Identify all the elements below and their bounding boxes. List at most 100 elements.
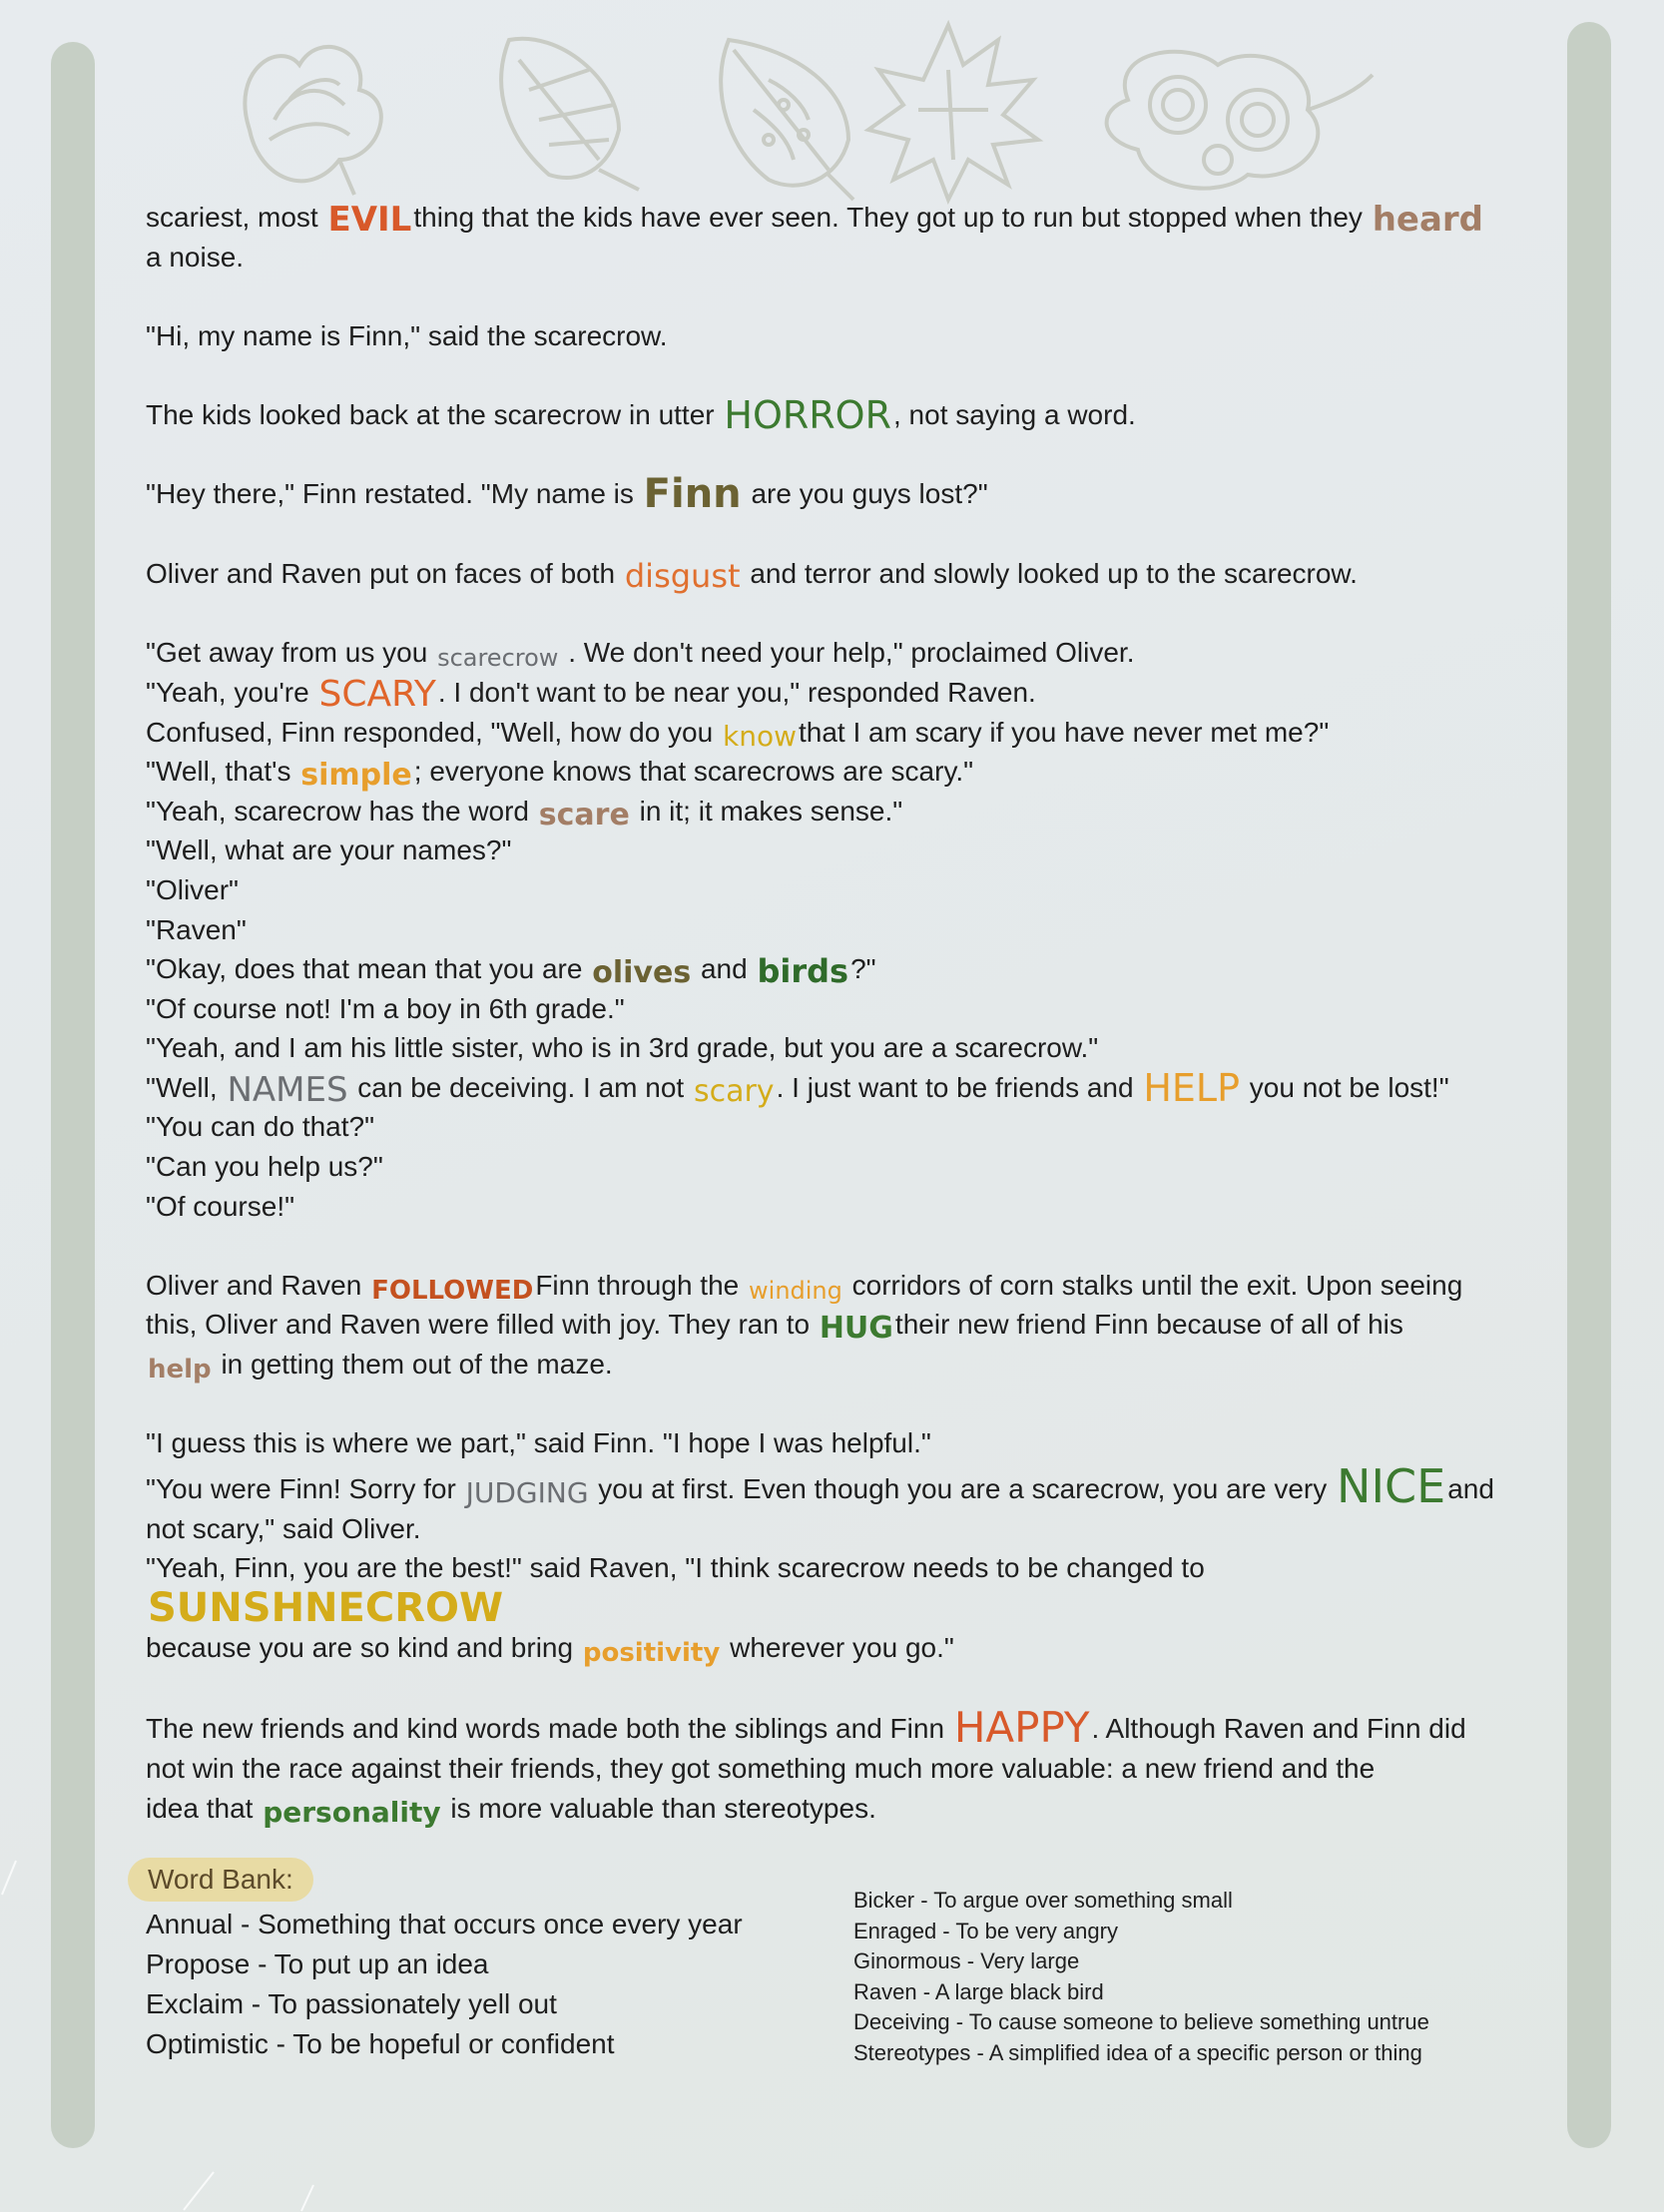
decorated-word: heard (1372, 200, 1484, 240)
decorated-word: know (722, 719, 797, 753)
decorated-word: positivity (582, 1638, 721, 1668)
story-text-segment: wherever you go." (722, 1632, 954, 1663)
story-line: The kids looked back at the scarecrow in… (146, 395, 1563, 435)
story-line: scariest, most EVILthing that the kids h… (146, 198, 1563, 238)
word-bank-left-column: Annual - Something that occurs once ever… (146, 1905, 743, 2064)
story-text-segment: "Yeah, you're (146, 676, 317, 708)
story-line: help in getting them out of the maze. (146, 1345, 1563, 1384)
story-line: a noise. (146, 238, 1563, 277)
decorated-word: disgust (624, 556, 741, 595)
word-bank-entry: Raven - A large black bird (853, 1978, 1104, 2004)
story-text-segment: . I don't want to be near you," responde… (437, 676, 1036, 708)
story-text-segment: and (693, 953, 756, 985)
story-line: "Of course!" (146, 1187, 1563, 1227)
word-bank-right-column: Bicker - To argue over something small E… (853, 1886, 1429, 2068)
decorated-word: SCARY (318, 673, 436, 715)
story-line: "Oliver" (146, 870, 1563, 910)
story-line: "Well, NAMES can be deceiving. I am not … (146, 1068, 1563, 1108)
word-bank-entry: Bicker - To argue over something small (853, 1888, 1233, 1913)
story-line: "Well, that's simple; everyone knows tha… (146, 752, 1563, 792)
story-text-segment: ?" (850, 953, 876, 985)
story-text-segment: and terror and slowly looked up to the s… (742, 557, 1358, 589)
decorated-word: FOLLOWED (371, 1275, 534, 1306)
leaf-decoration-row (243, 19, 1375, 205)
story-line: idea that personality is more valuable t… (146, 1789, 1563, 1829)
story-text-segment: "Yeah, scarecrow has the word (146, 795, 537, 827)
decorated-word: HUG (819, 1311, 893, 1347)
story-text-segment: "Get away from us you (146, 636, 436, 668)
decorated-word: HAPPY (953, 1703, 1090, 1753)
story-line: The new friends and kind words made both… (146, 1707, 1563, 1749)
story-text-segment: scariest, most (146, 202, 326, 233)
story-text-segment: "You can do that?" (146, 1111, 375, 1143)
story-line: not scary," said Oliver. (146, 1509, 1563, 1549)
story-text-segment: is more valuable than stereotypes. (442, 1792, 876, 1824)
story-text-segment: thing that the kids have ever seen. They… (413, 202, 1371, 233)
story-line: "Can you help us?" (146, 1147, 1563, 1187)
story-text: scariest, most EVILthing that the kids h… (146, 198, 1563, 1828)
story-line: "Hi, my name is Finn," said the scarecro… (146, 316, 1563, 356)
story-text-segment: idea that (146, 1792, 262, 1824)
story-line: "Okay, does that mean that you are olive… (146, 949, 1563, 989)
story-text-segment: "Well, what are your names?" (146, 834, 512, 866)
story-text-segment: this, Oliver and Raven were filled with … (146, 1309, 818, 1341)
word-bank-entry: Ginormous - Very large (853, 1948, 1080, 1973)
story-text-segment: "You were Finn! Sorry for (146, 1472, 464, 1504)
decorated-word: NAMES (227, 1069, 348, 1110)
story-text-segment: "Hey there," Finn restated. "My name is (146, 478, 642, 510)
leaf-icon (719, 37, 855, 202)
decorated-word: birds (757, 952, 849, 991)
word-bank-entry: Stereotypes - A simplified idea of a spe… (853, 2039, 1422, 2065)
story-text-segment: "Raven" (146, 913, 247, 945)
story-text-segment: "Oliver" (146, 873, 239, 905)
decorated-word: olives (592, 955, 692, 991)
story-text-segment: because you are so kind and bring (146, 1632, 581, 1663)
story-text-segment: that I am scary if you have never met me… (798, 716, 1330, 748)
sparkle-mark (1, 1860, 17, 1896)
story-text-segment: you not be lost!" (1242, 1071, 1449, 1103)
decorated-word: scarecrow (437, 643, 559, 672)
decorated-word: personality (263, 1795, 441, 1829)
story-text-segment: "Hi, my name is Finn," said the scarecro… (146, 319, 668, 351)
story-text-segment: ; everyone knows that scarecrows are sca… (413, 756, 974, 788)
story-text-segment: The kids looked back at the scarecrow in… (146, 398, 723, 430)
story-text-segment: Confused, Finn responded, "Well, how do … (146, 716, 721, 748)
story-text-segment: "Of course!" (146, 1190, 295, 1222)
story-text-segment: not win the race against their friends, … (146, 1753, 1376, 1785)
word-bank-entry: Optimistic - To be hopeful or confident (146, 2028, 615, 2059)
story-line: "Yeah, Finn, you are the best!" said Rav… (146, 1548, 1563, 1628)
sparkle-mark (300, 2184, 314, 2212)
decorated-word: winding (749, 1276, 842, 1305)
story-line: "You can do that?" (146, 1107, 1563, 1147)
story-text-segment: in it; it makes sense." (631, 795, 903, 827)
story-text-segment: . We don't need your help," proclaimed O… (560, 636, 1135, 668)
story-line: "Yeah, scarecrow has the word scare in i… (146, 792, 1563, 831)
word-bank-entry: Deceiving - To cause someone to believe … (853, 2009, 1429, 2034)
story-line: "Yeah, you're SCARY. I don't want to be … (146, 673, 1563, 713)
story-line: "Well, what are your names?" (146, 830, 1563, 870)
leaf-icon (243, 45, 383, 196)
word-bank-entry: Propose - To put up an idea (146, 1948, 489, 1979)
story-text-segment: a noise. (146, 241, 245, 273)
decorated-word: EVIL (327, 200, 412, 240)
decorated-word: SUNSHNECROW (148, 1585, 504, 1631)
story-text-segment: their new friend Finn because of all of … (894, 1309, 1403, 1341)
story-text-segment: "Well, (146, 1071, 226, 1103)
story-text-segment: corridors of corn stalks until the exit.… (843, 1269, 1463, 1301)
story-text-segment: "Of course not! I'm a boy in 6th grade." (146, 992, 625, 1024)
story-text-segment: . I just want to be friends and (776, 1071, 1142, 1103)
leaf-icon (499, 36, 640, 192)
story-text-segment: , not saying a word. (893, 398, 1136, 430)
story-text-segment: . Although Raven and Finn did (1091, 1713, 1466, 1745)
story-line: "Hey there," Finn restated. "My name is … (146, 474, 1563, 514)
story-line: Oliver and Raven put on faces of both di… (146, 554, 1563, 594)
story-line: Confused, Finn responded, "Well, how do … (146, 713, 1563, 753)
story-text-segment: in getting them out of the maze. (213, 1349, 613, 1381)
